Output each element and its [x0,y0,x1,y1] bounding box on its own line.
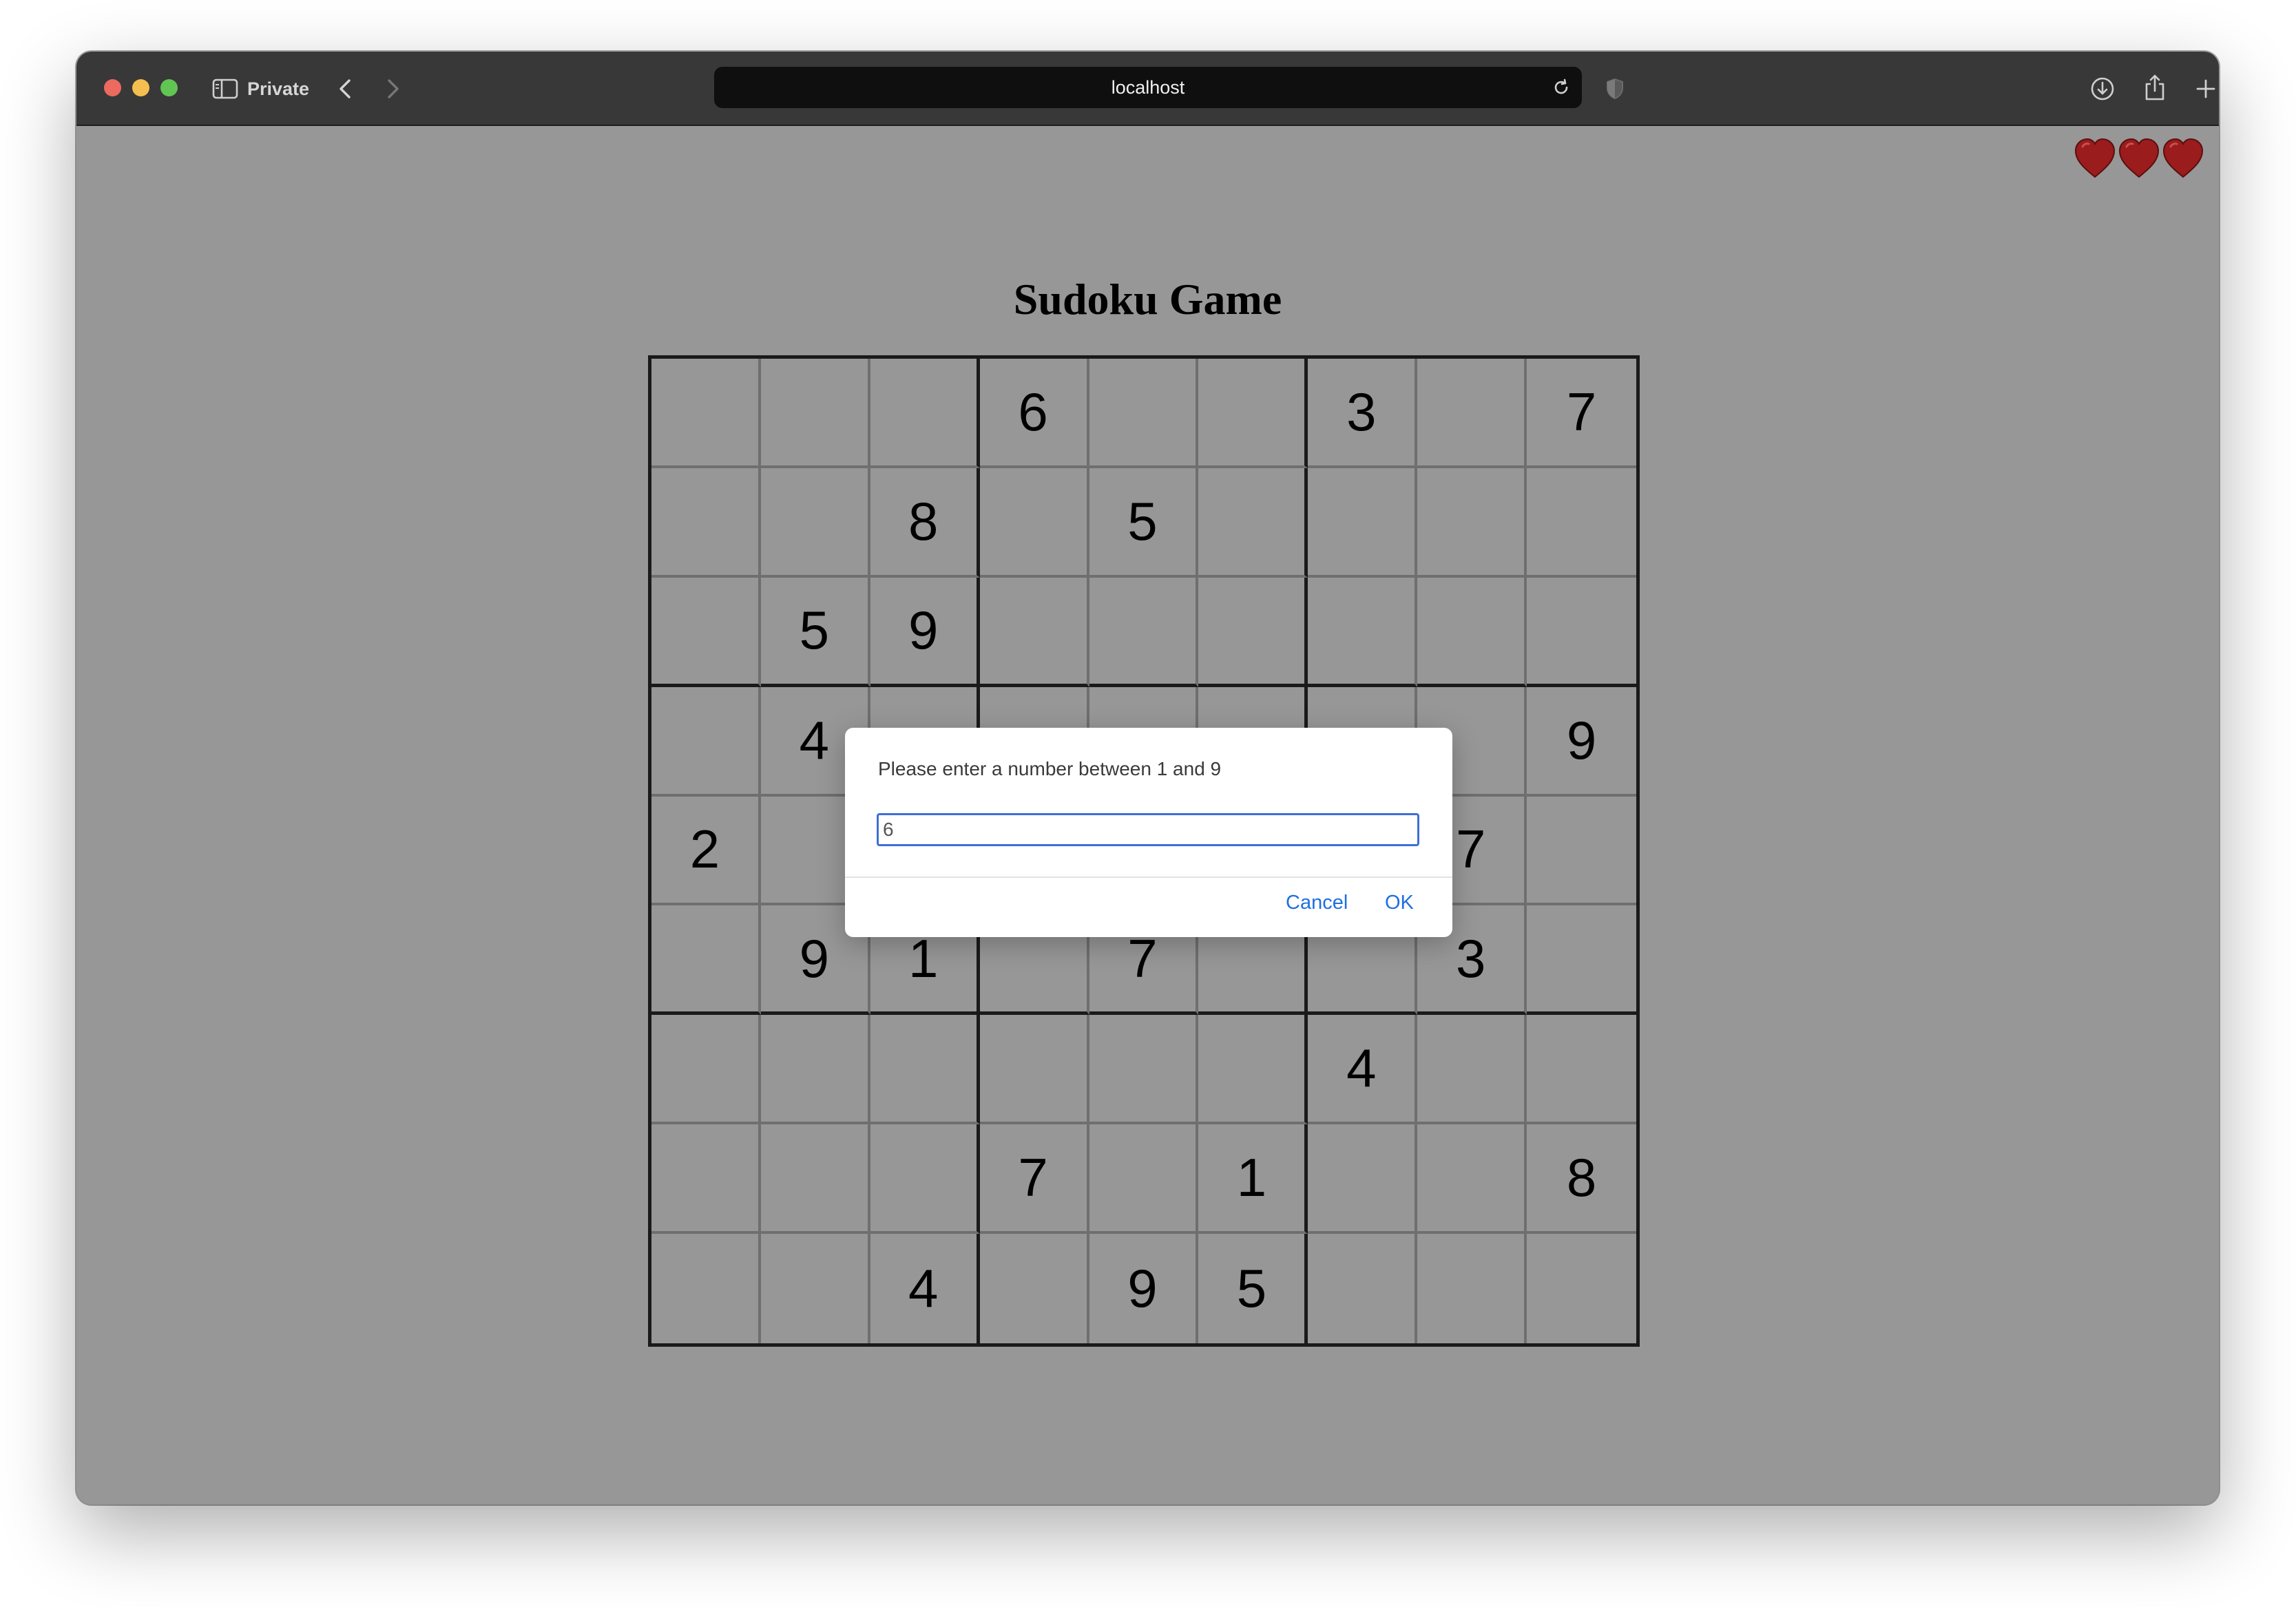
downloads-icon[interactable] [2087,74,2118,104]
heart-icon [2117,137,2161,180]
sudoku-cell[interactable]: 4 [1308,1015,1418,1125]
sudoku-cell[interactable] [760,1015,870,1125]
sudoku-cell[interactable] [980,1234,1089,1343]
page-title: Sudoku Game [1013,275,1282,324]
share-icon[interactable] [2140,71,2170,104]
minimize-window-button[interactable] [132,79,149,96]
sudoku-cell[interactable] [1308,468,1418,578]
sudoku-cell[interactable] [1198,468,1308,578]
sudoku-cell[interactable] [1417,1234,1527,1343]
dialog-message: Please enter a number between 1 and 9 [878,758,1222,779]
prompt-dialog: Please enter a number between 1 and 9 Ca… [845,728,1452,937]
sudoku-cell[interactable]: 9 [1089,1234,1199,1343]
sudoku-cell[interactable] [1089,577,1199,687]
sudoku-cell[interactable] [1527,1234,1636,1343]
sudoku-cell[interactable]: 3 [1308,359,1418,468]
sudoku-cell[interactable] [1527,468,1636,578]
sudoku-cell[interactable] [979,577,1089,687]
back-icon[interactable] [331,75,359,103]
sudoku-cell[interactable] [760,1124,870,1235]
sudoku-cell[interactable]: 5 [1198,1234,1308,1343]
privacy-shield-icon[interactable] [1603,75,1627,103]
sudoku-cell[interactable]: 5 [760,577,870,687]
sudoku-cell[interactable] [651,359,761,468]
sudoku-cell[interactable] [651,1124,761,1235]
sudoku-cell[interactable] [979,1015,1089,1125]
dialog-divider [845,876,1452,878]
heart-icon [2073,137,2117,180]
sudoku-cell[interactable] [651,1234,761,1343]
browser-toolbar: Private localhost [76,52,2219,126]
sudoku-cell[interactable]: 9 [870,577,980,687]
sudoku-cell[interactable] [1417,577,1527,687]
sudoku-cell[interactable] [760,468,870,578]
sudoku-cell[interactable] [1198,1015,1308,1125]
zoom-window-button[interactable] [160,79,178,96]
sudoku-cell[interactable] [979,468,1089,578]
address-bar[interactable]: localhost [714,67,1582,108]
sudoku-cell[interactable] [1417,468,1527,578]
sudoku-cell[interactable] [1417,359,1527,468]
sudoku-cell[interactable] [1417,1015,1527,1125]
sudoku-cell[interactable] [870,1124,980,1235]
sudoku-cell[interactable] [651,1015,761,1125]
sudoku-cell[interactable]: 8 [870,468,980,578]
sudoku-cell[interactable] [1527,905,1636,1016]
heart-icon [2161,137,2205,180]
sudoku-cell[interactable] [1308,1124,1418,1235]
number-input[interactable] [877,813,1419,846]
sudoku-cell[interactable]: 1 [1198,1124,1308,1235]
url-text: localhost [1111,76,1185,98]
sudoku-cell[interactable] [1198,359,1308,468]
sudoku-cell[interactable] [651,905,761,1016]
sudoku-cell[interactable] [1527,578,1636,687]
new-tab-icon[interactable] [2191,74,2219,104]
sudoku-cell[interactable] [1089,1124,1199,1235]
sudoku-cell[interactable]: 6 [979,359,1089,468]
cancel-button[interactable]: Cancel [1286,892,1348,914]
sudoku-cell[interactable] [1089,359,1199,468]
sudoku-cell[interactable] [870,359,980,468]
sudoku-cell[interactable] [1417,1124,1527,1235]
sudoku-cell[interactable] [761,1234,870,1343]
lives-indicator [2073,137,2205,180]
browser-window: Private localhost Sudoku Game 63785 5 9 … [76,52,2219,1504]
sudoku-cell[interactable]: 4 [870,1234,980,1343]
private-mode-label: Private [247,78,310,99]
sudoku-cell[interactable] [1308,1234,1418,1343]
sudoku-cell[interactable] [1198,577,1308,687]
sudoku-cell[interactable] [651,468,761,578]
sudoku-cell[interactable]: 5 [1089,468,1199,578]
sudoku-cell[interactable]: 7 [979,1124,1089,1235]
sudoku-cell[interactable] [1527,797,1636,906]
sudoku-cell[interactable] [1089,1015,1199,1125]
ok-button[interactable]: OK [1385,892,1414,914]
sudoku-cell[interactable]: 8 [1527,1124,1636,1235]
sudoku-cell[interactable] [651,577,761,687]
forward-icon[interactable] [379,75,407,103]
close-window-button[interactable] [104,79,121,96]
sudoku-cell[interactable] [760,359,870,468]
sudoku-cell[interactable]: 7 [1527,359,1636,468]
sidebar-icon[interactable] [211,75,239,103]
page-content: Sudoku Game 6378559492791734718495 Pleas… [76,126,2219,1504]
sudoku-cell[interactable] [870,1015,980,1125]
sudoku-cell[interactable]: 9 [1527,687,1636,797]
sudoku-cell[interactable]: 2 [651,796,761,906]
sudoku-cell[interactable] [651,686,761,797]
sudoku-cell[interactable] [1308,577,1418,687]
sudoku-cell[interactable] [1527,1015,1636,1125]
reload-icon[interactable] [1550,76,1572,98]
